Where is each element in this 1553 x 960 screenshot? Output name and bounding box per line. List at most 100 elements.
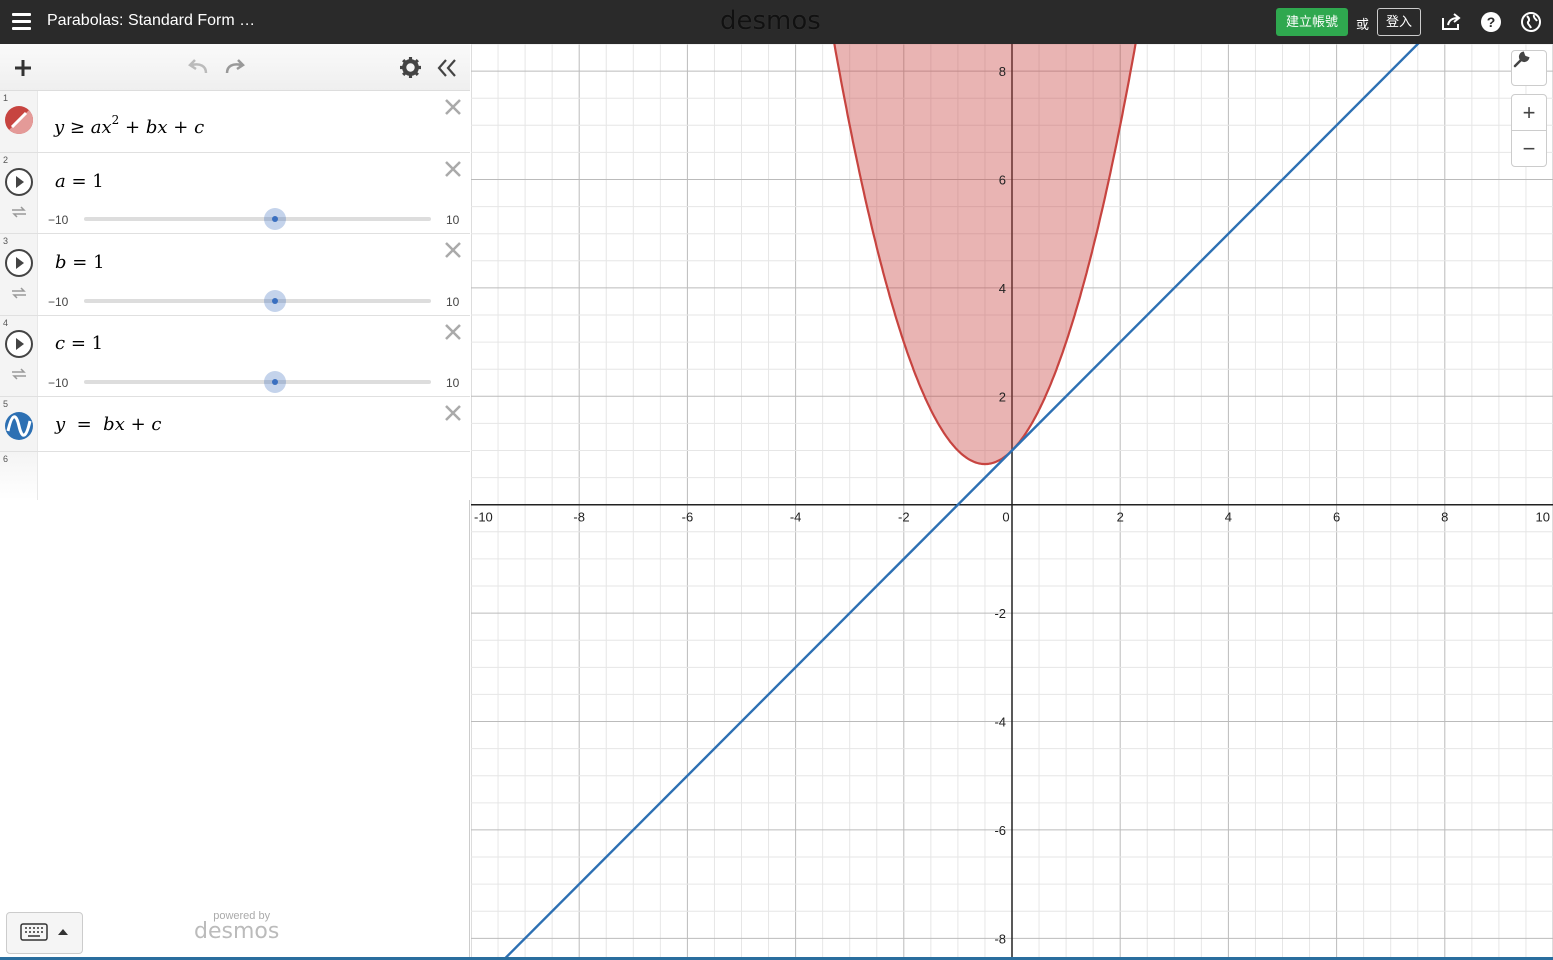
slider-handle[interactable] bbox=[264, 290, 286, 312]
x-tick-label: -2 bbox=[898, 510, 910, 525]
expression-row-5[interactable]: 5 y = bx + c bbox=[0, 397, 470, 452]
slider-track[interactable] bbox=[84, 217, 431, 221]
slider-value: 1 bbox=[92, 171, 104, 192]
slider-value: 1 bbox=[91, 333, 104, 354]
math-token: bx bbox=[145, 117, 168, 138]
menu-icon[interactable] bbox=[12, 13, 31, 30]
slider-handle[interactable] bbox=[264, 371, 286, 393]
slider-track[interactable] bbox=[84, 380, 431, 384]
y-tick-label: -8 bbox=[994, 931, 1006, 946]
x-tick-label: 10 bbox=[1536, 510, 1550, 525]
slider-max[interactable]: 10 bbox=[446, 295, 459, 309]
x-tick-label: 0 bbox=[1002, 510, 1009, 525]
play-icon[interactable] bbox=[4, 167, 34, 197]
expression-number: 3 bbox=[3, 236, 9, 246]
math-token: + bbox=[125, 117, 141, 138]
delete-expression-icon[interactable] bbox=[444, 404, 462, 422]
x-tick-label: -4 bbox=[790, 510, 802, 525]
expression-math[interactable]: y = bx + c bbox=[55, 414, 162, 435]
y-tick-label: -4 bbox=[994, 715, 1006, 730]
math-exponent: 2 bbox=[111, 113, 120, 127]
globe-icon[interactable] bbox=[1520, 11, 1542, 33]
y-tick-label: -2 bbox=[994, 606, 1006, 621]
expression-row-4[interactable]: 4 c = 1 −10 10 bbox=[0, 316, 470, 397]
expression-math[interactable]: b = 1 bbox=[55, 252, 105, 273]
slider-min[interactable]: −10 bbox=[48, 295, 68, 309]
slider-max[interactable]: 10 bbox=[446, 213, 459, 227]
desmos-logo: desmos bbox=[720, 6, 821, 36]
caret-up-icon bbox=[58, 929, 68, 935]
powered-by-logo: desmos bbox=[194, 919, 280, 944]
undo-icon[interactable] bbox=[186, 58, 210, 76]
loop-icon[interactable] bbox=[10, 205, 28, 219]
zoom-out-button[interactable]: − bbox=[1511, 130, 1547, 167]
delete-expression-icon[interactable] bbox=[444, 160, 462, 178]
y-tick-label: 6 bbox=[999, 173, 1006, 188]
expression-number: 2 bbox=[3, 155, 9, 165]
math-token: ax bbox=[90, 117, 112, 138]
delete-expression-icon[interactable] bbox=[444, 241, 462, 259]
y-tick-label: 4 bbox=[999, 281, 1006, 296]
loop-icon[interactable] bbox=[10, 367, 28, 381]
x-tick-label: 2 bbox=[1117, 510, 1124, 525]
slider-min[interactable]: −10 bbox=[48, 376, 68, 390]
login-button[interactable]: 登入 bbox=[1377, 8, 1421, 36]
graph-canvas[interactable]: -10 -8 -6 -4 -2 0 2 4 6 8 10 8 6 4 2 -2 -4 -6 -8 bbox=[471, 44, 1553, 960]
expression-number: 1 bbox=[3, 93, 9, 103]
y-tick-label: 2 bbox=[999, 389, 1006, 404]
expression-row-3[interactable]: 3 b = 1 −10 10 bbox=[0, 234, 470, 316]
x-tick-label: -8 bbox=[573, 510, 585, 525]
slider-max[interactable]: 10 bbox=[446, 376, 459, 390]
x-tick-label: -6 bbox=[682, 510, 694, 525]
slider-track[interactable] bbox=[84, 299, 431, 303]
expression-number: 4 bbox=[3, 318, 9, 328]
svg-text:?: ? bbox=[1487, 14, 1496, 30]
zoom-in-button[interactable]: + bbox=[1511, 94, 1547, 131]
slider-variable: a bbox=[55, 171, 66, 192]
delete-expression-icon[interactable] bbox=[444, 98, 462, 116]
x-tick-label: -10 bbox=[474, 510, 493, 525]
play-icon[interactable] bbox=[4, 329, 34, 359]
expression-math[interactable]: a = 1 bbox=[55, 171, 104, 192]
settings-icon[interactable] bbox=[400, 57, 421, 78]
redo-icon[interactable] bbox=[223, 58, 247, 76]
math-token: c bbox=[151, 414, 162, 435]
curve-style-icon[interactable] bbox=[4, 411, 34, 441]
slider-min[interactable]: −10 bbox=[48, 213, 68, 227]
play-icon[interactable] bbox=[4, 248, 34, 278]
math-token: c bbox=[194, 117, 205, 138]
add-icon[interactable] bbox=[13, 58, 33, 78]
math-token: + bbox=[173, 117, 189, 138]
share-icon[interactable] bbox=[1440, 11, 1462, 33]
powered-by-desmos[interactable]: powered by desmos bbox=[194, 910, 280, 944]
math-token: y bbox=[54, 117, 65, 138]
graph-settings-button[interactable] bbox=[1511, 50, 1547, 86]
or-label: 或 bbox=[1356, 17, 1370, 32]
graph-title[interactable]: Parabolas: Standard Form … bbox=[47, 12, 255, 30]
expression-panel: 1 y ≥ ax2 + bx + c 2 a = 1 −10 10 3 b = … bbox=[0, 44, 470, 960]
expression-number: 6 bbox=[3, 454, 9, 464]
y-tick-label: -6 bbox=[994, 823, 1006, 838]
create-account-button[interactable]: 建立帳號 bbox=[1276, 8, 1348, 36]
loop-icon[interactable] bbox=[10, 286, 28, 300]
x-tick-label: 8 bbox=[1441, 510, 1448, 525]
top-bar: Parabolas: Standard Form … desmos 建立帳號 或… bbox=[0, 0, 1553, 44]
math-token: + bbox=[130, 414, 146, 435]
delete-expression-icon[interactable] bbox=[444, 323, 462, 341]
inequality-style-icon[interactable] bbox=[4, 105, 34, 135]
graph-paper[interactable]: -10 -8 -6 -4 -2 0 2 4 6 8 10 8 6 4 2 -2 -4 -6 -8 + − bbox=[471, 44, 1553, 960]
math-token: = bbox=[71, 171, 87, 192]
expression-math[interactable]: c = 1 bbox=[55, 333, 103, 354]
keyboard-toggle-button[interactable] bbox=[6, 912, 83, 954]
collapse-panel-icon[interactable] bbox=[436, 58, 458, 78]
x-tick-label: 4 bbox=[1225, 510, 1232, 525]
math-token: = bbox=[76, 414, 92, 435]
expression-row-empty[interactable]: 6 bbox=[0, 452, 470, 500]
help-icon[interactable]: ? bbox=[1480, 11, 1502, 33]
expression-row-2[interactable]: 2 a = 1 −10 10 bbox=[0, 153, 470, 234]
keyboard-icon bbox=[20, 923, 48, 941]
wrench-icon bbox=[1513, 51, 1530, 68]
slider-handle[interactable] bbox=[264, 208, 286, 230]
expression-row-1[interactable]: 1 y ≥ ax2 + bx + c bbox=[0, 91, 470, 153]
expression-math[interactable]: y ≥ ax2 + bx + c bbox=[54, 113, 204, 138]
